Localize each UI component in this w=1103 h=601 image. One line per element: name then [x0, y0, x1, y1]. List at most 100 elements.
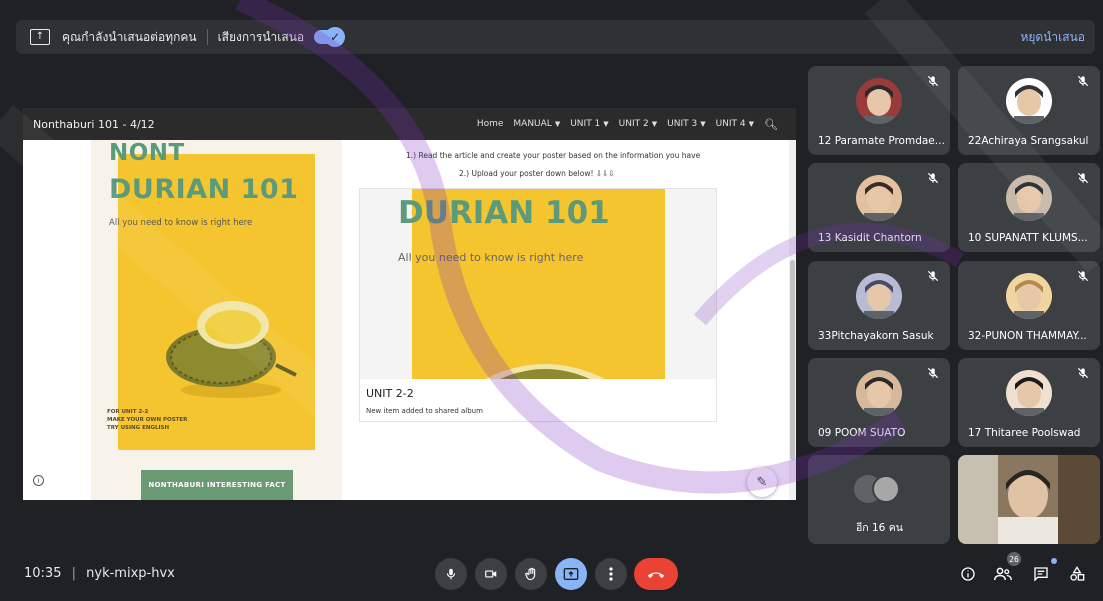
edit-pencil-icon[interactable]: ✎ — [747, 467, 777, 497]
people-button[interactable] — [992, 563, 1014, 585]
end-call-button[interactable] — [634, 558, 678, 590]
poster-heading-line1: NONT — [109, 140, 185, 166]
participant-name: 12 Paramate Promdae... — [818, 135, 945, 147]
site-title: Nonthaburi 101 - 4/12 — [33, 117, 155, 131]
chat-icon — [1034, 567, 1048, 582]
activities-icon — [1070, 566, 1085, 581]
check-icon: ✓ — [325, 27, 346, 47]
divider — [206, 29, 208, 45]
participant-tile[interactable]: 17 Thitaree Poolswad — [958, 358, 1100, 447]
meeting-info: 10:35 | nyk-mixp-hvx — [24, 566, 175, 581]
activities-button[interactable] — [1066, 563, 1088, 585]
present-screen-icon: ↑ — [30, 29, 50, 45]
card-poster-subtitle: All you need to know is right here — [398, 251, 584, 264]
chat-button[interactable] — [1030, 563, 1052, 585]
avatar — [856, 369, 902, 416]
avatar — [1006, 369, 1052, 416]
meta-separator: | — [71, 566, 76, 581]
left-poster: NONT DURIAN 101 All you need to know is … — [91, 140, 342, 500]
participant-name: 13 Kasidit Chantorn — [818, 232, 922, 244]
presentation-audio-toggle[interactable]: ✓ — [314, 27, 346, 47]
instruction-1: 1.) Read the article and create your pos… — [406, 151, 701, 160]
card-description: New item added to shared album — [366, 407, 483, 415]
meeting-details-button[interactable] — [957, 563, 979, 585]
nav-manual[interactable]: MANUAL ▼ — [513, 119, 560, 129]
nav-unit-1[interactable]: UNIT 1 ▼ — [570, 119, 608, 129]
end-call-icon — [647, 572, 665, 579]
raise-hand-icon — [524, 567, 535, 580]
mic-off-icon — [1077, 75, 1089, 87]
people-icon — [994, 567, 1012, 581]
nav-unit-2[interactable]: UNIT 2 ▼ — [619, 119, 657, 129]
scroll-thumb[interactable] — [790, 260, 795, 460]
meeting-code: nyk-mixp-hvx — [86, 566, 175, 581]
presenting-bar: ↑ คุณกำลังนำเสนอต่อทุกคน เสียงการนำเสนอ … — [16, 20, 1095, 54]
avatar — [856, 272, 902, 319]
more-options-icon — [609, 567, 613, 581]
scrollbar[interactable] — [789, 140, 796, 500]
participant-tile[interactable]: 22Achiraya Srangsakul — [958, 66, 1100, 155]
participant-tile[interactable]: 13 Kasidit Chantorn — [808, 163, 950, 252]
more-options-button[interactable] — [595, 558, 627, 590]
participant-tile[interactable]: 09 POOM SUATO — [808, 358, 950, 447]
mic-off-icon — [1077, 367, 1089, 379]
presentation-audio-label: เสียงการนำเสนอ — [217, 29, 305, 44]
more-participants-tile[interactable]: อีก 16 คน — [808, 455, 950, 544]
card-image: DURIAN 101 All you need to know is right… — [360, 189, 716, 379]
participant-name: 17 Thitaree Poolswad — [968, 427, 1081, 439]
avatar — [1006, 174, 1052, 221]
avatar — [856, 77, 902, 124]
album-card[interactable]: DURIAN 101 All you need to know is right… — [359, 188, 717, 422]
avatar — [1006, 77, 1052, 124]
participant-name: 33Pitchayakorn Sasuk — [818, 330, 934, 342]
site-navbar: Nonthaburi 101 - 4/12 Home MANUAL ▼ UNIT … — [23, 108, 796, 140]
nav-unit-4[interactable]: UNIT 4 ▼ — [716, 119, 754, 129]
chevron-down-icon: ▼ — [554, 120, 561, 128]
mic-off-icon — [927, 270, 939, 282]
present-now-button[interactable] — [555, 558, 587, 590]
microphone-button[interactable] — [435, 558, 467, 590]
nav-unit-3[interactable]: UNIT 3 ▼ — [667, 119, 705, 129]
clock: 10:35 — [24, 566, 62, 581]
mic-off-icon — [927, 172, 939, 184]
people-count-badge: 26 — [1007, 552, 1021, 566]
chevron-down-icon: ▼ — [700, 120, 706, 128]
participant-name: 22Achiraya Srangsakul — [968, 135, 1089, 147]
stop-presenting-button[interactable]: หยุดนำเสนอ — [1020, 28, 1085, 47]
search-icon[interactable]: 🔍︎ — [764, 118, 778, 131]
camera-button[interactable] — [475, 558, 507, 590]
participant-name: 09 POOM SUATO — [818, 427, 906, 439]
participant-tile[interactable]: 32-PUNON THAMMAY... — [958, 261, 1100, 350]
participant-name: 32-PUNON THAMMAY... — [968, 330, 1087, 342]
participant-tile[interactable]: 12 Paramate Promdae... — [808, 66, 950, 155]
site-content: NONT DURIAN 101 All you need to know is … — [23, 140, 796, 500]
avatar — [872, 475, 900, 503]
durian-image — [485, 364, 605, 379]
info-icon[interactable]: i — [33, 475, 44, 486]
mic-off-icon — [1077, 172, 1089, 184]
poster-heading-line2: DURIAN 101 — [109, 174, 299, 205]
poster-subtitle: All you need to know is right here — [109, 218, 253, 228]
mic-off-icon — [927, 367, 939, 379]
shared-screen: Nonthaburi 101 - 4/12 Home MANUAL ▼ UNIT … — [23, 108, 796, 500]
self-video-tile — [958, 455, 1100, 544]
meet-window: ↑ คุณกำลังนำเสนอต่อทุกคน เสียงการนำเสนอ … — [0, 0, 1103, 601]
participant-tile[interactable]: 10 SUPANATT KLUMS... — [958, 163, 1100, 252]
info-icon — [961, 567, 975, 581]
avatar — [1006, 272, 1052, 319]
participant-tile[interactable]: 33Pitchayakorn Sasuk — [808, 261, 950, 350]
chevron-down-icon: ▼ — [748, 120, 755, 128]
mic-off-icon — [927, 75, 939, 87]
camera-icon — [485, 570, 497, 578]
more-participants-label: อีก 16 คน — [856, 522, 903, 534]
avatar — [856, 174, 902, 221]
mic-off-icon — [1077, 270, 1089, 282]
microphone-icon — [446, 568, 456, 580]
raise-hand-button[interactable] — [515, 558, 547, 590]
instruction-2: 2.) Upload your poster down below! ⇩⇩⇩ — [459, 169, 615, 178]
nav-home[interactable]: Home — [477, 119, 504, 129]
poster-footer: FOR UNIT 2-2 MAKE YOUR OWN POSTER TRY US… — [107, 409, 188, 431]
present-now-icon — [563, 568, 579, 580]
site-nav-links: Home MANUAL ▼ UNIT 1 ▼ UNIT 2 ▼ UNIT 3 ▼ UNI… — [477, 118, 778, 131]
presenting-status-text: คุณกำลังนำเสนอต่อทุกคน — [62, 29, 197, 44]
